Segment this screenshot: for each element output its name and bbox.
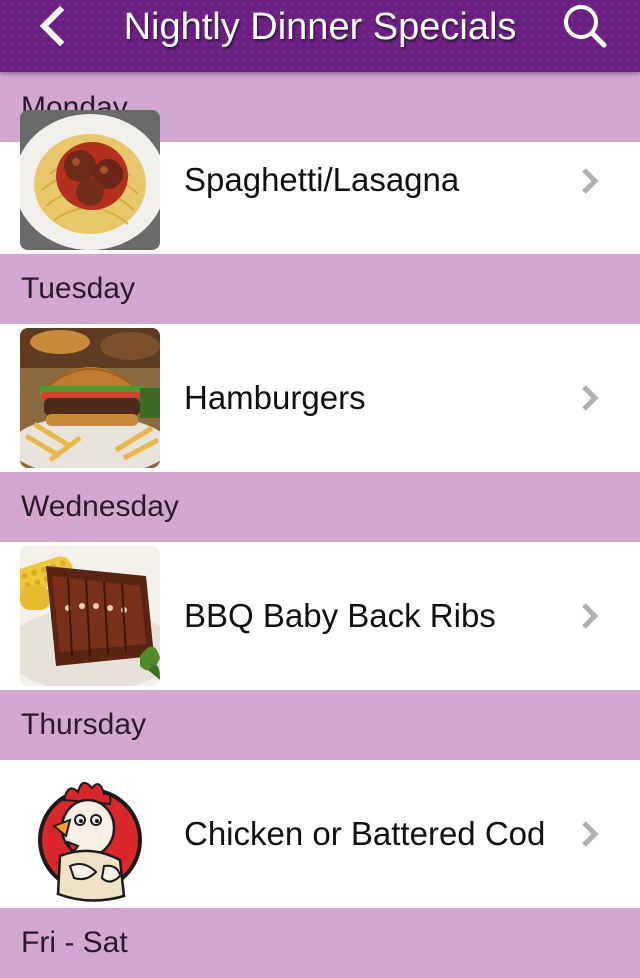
search-button[interactable] bbox=[556, 0, 616, 54]
chicken-logo bbox=[20, 764, 160, 904]
hamburger-photo bbox=[20, 328, 160, 468]
page-title: Nightly Dinner Specials bbox=[123, 6, 517, 48]
list-item-wednesday[interactable]: BBQ Baby Back Ribs bbox=[0, 542, 640, 690]
list-item-tuesday[interactable]: Hamburgers bbox=[0, 324, 640, 472]
spaghetti-photo bbox=[20, 110, 160, 250]
list-item-label: BBQ Baby Back Ribs bbox=[184, 597, 496, 634]
ribs-photo bbox=[20, 546, 160, 686]
section-header-fri-sat: Fri - Sat bbox=[0, 908, 640, 978]
list-item-label: Chicken or Battered Cod bbox=[184, 815, 546, 852]
chevron-right-icon bbox=[582, 603, 599, 629]
specials-list: Monday Spaghetti/Lasagna Tuesday Hamburg… bbox=[0, 72, 640, 978]
list-item-thursday[interactable]: Chicken or Battered Cod bbox=[0, 760, 640, 908]
list-item-monday[interactable]: Spaghetti/Lasagna bbox=[0, 110, 640, 254]
section-header-tuesday: Tuesday bbox=[0, 254, 640, 324]
chevron-right-icon bbox=[582, 385, 599, 411]
back-button[interactable] bbox=[30, 4, 80, 48]
chevron-right-icon bbox=[582, 168, 599, 194]
section-header-wednesday: Wednesday bbox=[0, 472, 640, 542]
search-icon bbox=[564, 5, 607, 48]
section-header-thursday: Thursday bbox=[0, 690, 640, 760]
chevron-right-icon bbox=[582, 821, 599, 847]
chevron-left-icon bbox=[39, 5, 65, 47]
list-item-label: Spaghetti/Lasagna bbox=[184, 161, 460, 198]
navigation-bar: Nightly Dinner Specials bbox=[0, 0, 640, 72]
list-item-label: Hamburgers bbox=[184, 379, 366, 416]
